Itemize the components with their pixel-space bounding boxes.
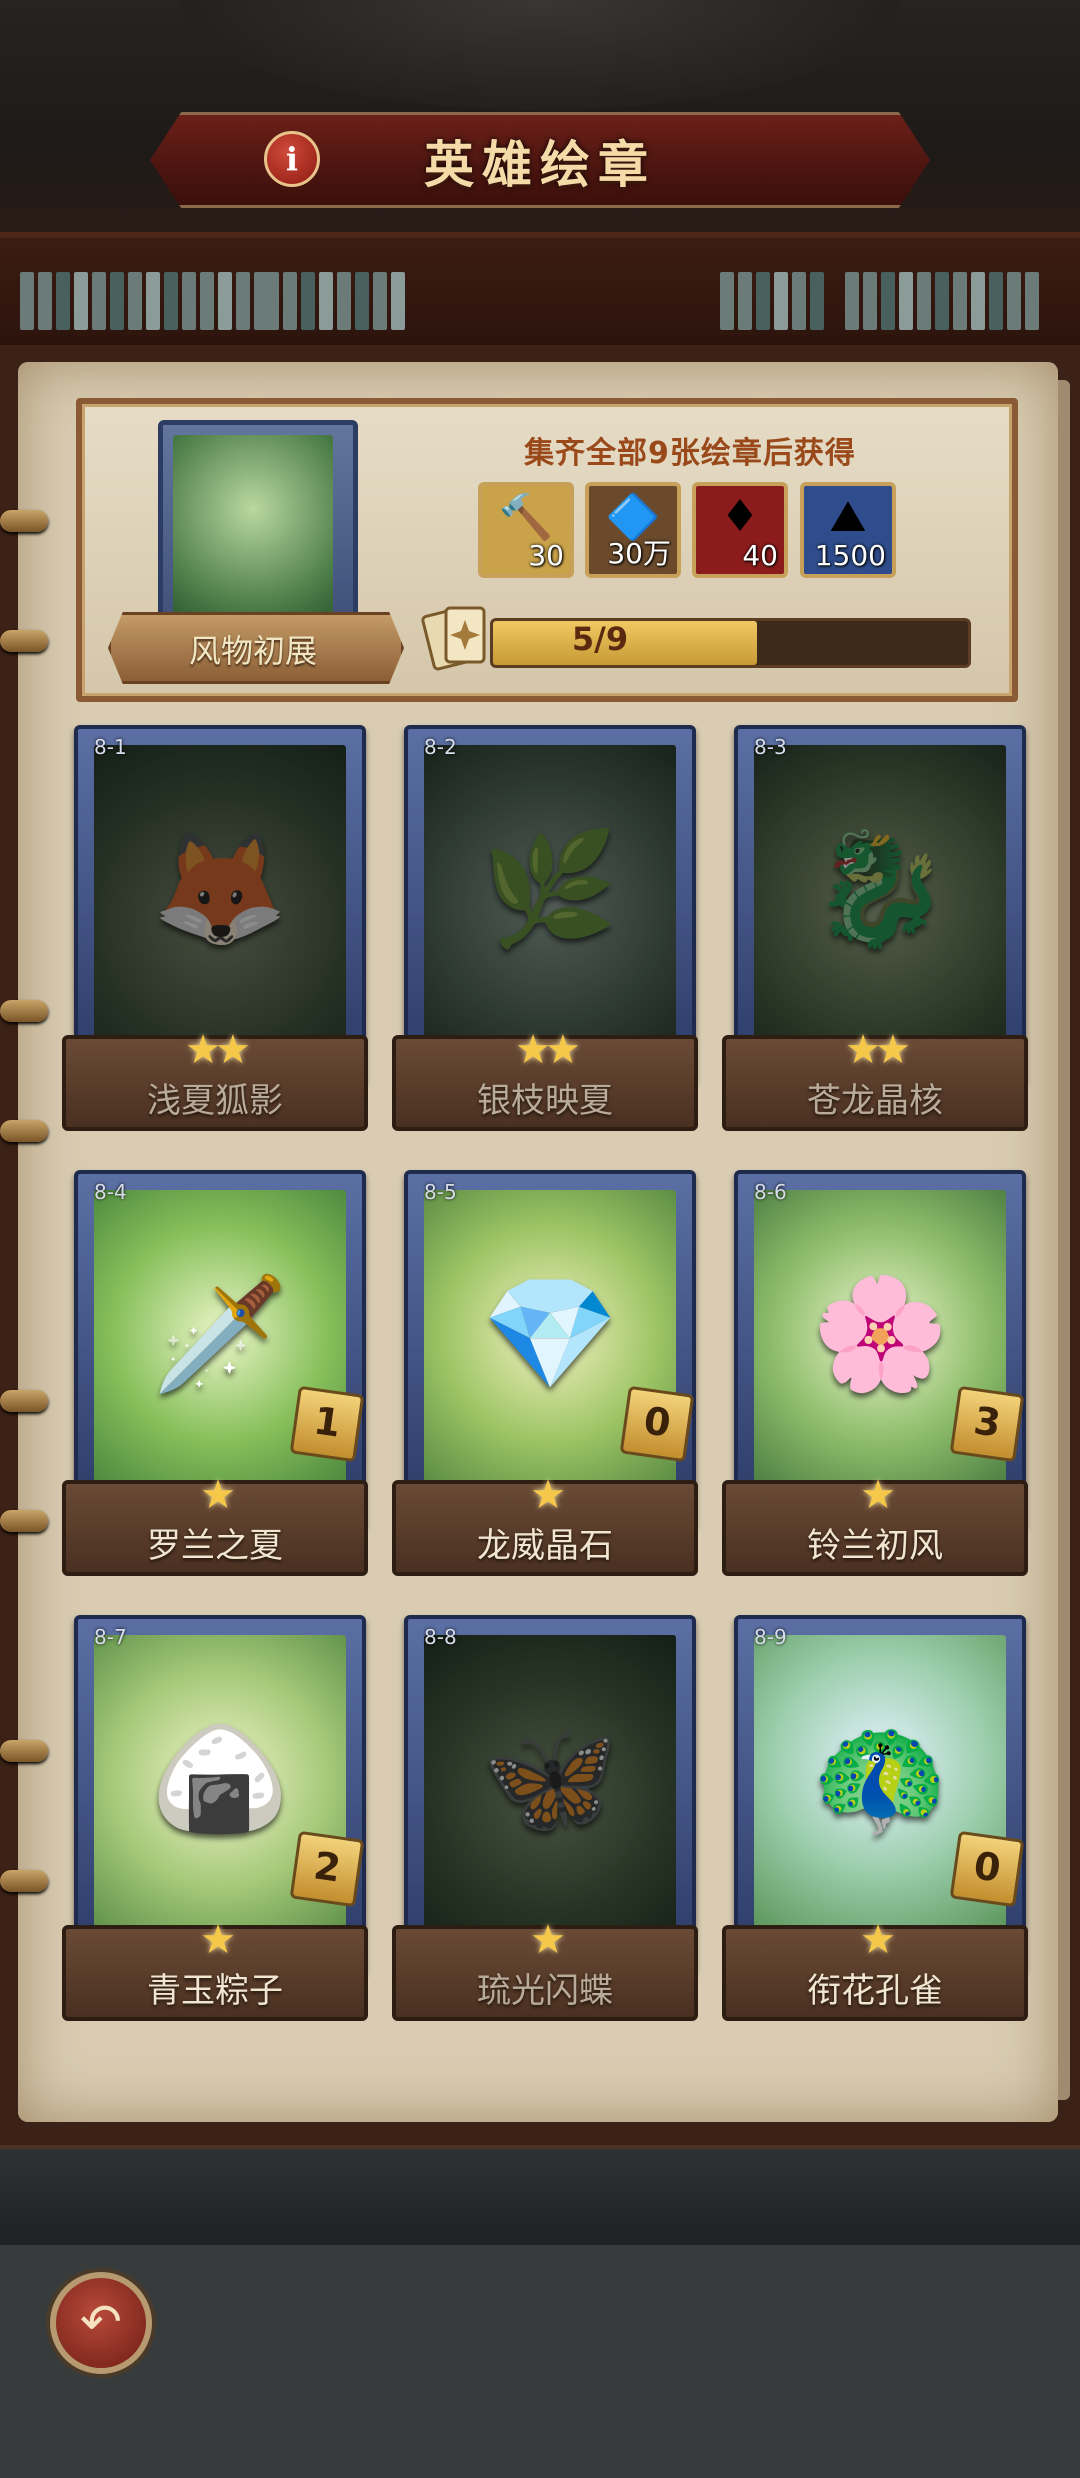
card-number: 8-2 (424, 735, 457, 759)
binder-ring (0, 1510, 48, 1532)
card-stars: ★★ (515, 1027, 581, 1073)
card-artwork: 🦋 (424, 1635, 676, 1955)
card-artwork: 🐉 (754, 745, 1006, 1065)
card-name: 龙威晶石 (477, 1526, 613, 1566)
album-card-8-7[interactable]: 🍙 8-7 ★ 青玉粽子 2 (62, 1615, 368, 2035)
reward-amount: 30万 (607, 537, 671, 570)
album-card-8-3[interactable]: 🐉 8-3 ★★ 苍龙晶核 (722, 725, 1028, 1145)
album-card-8-4[interactable]: 🗡️ 8-4 ★ 罗兰之夏 1 (62, 1170, 368, 1590)
album-card-8-9[interactable]: 🦚 8-9 ★ 衔花孔雀 0 (722, 1615, 1028, 2035)
reward-crystal[interactable]: 🔷 30万 (585, 482, 681, 578)
bottom-floor (0, 2145, 1080, 2249)
collect-reward-hint: 集齐全部9张绘章后获得 (524, 436, 856, 471)
binder-ring (0, 1120, 48, 1142)
card-stars: ★ (530, 1917, 566, 1963)
reward-hammer[interactable]: 🔨 30 (478, 482, 574, 578)
card-count-badge: 2 (289, 1830, 365, 1908)
card-number: 8-7 (94, 1625, 127, 1649)
card-stars: ★ (860, 1472, 896, 1518)
card-stars: ★ (530, 1472, 566, 1518)
card-name: 铃兰初风 (807, 1526, 943, 1566)
card-art-icon: 🍙 (151, 1714, 289, 1843)
album-card-8-1[interactable]: 🦊 8-1 ★★ 浅夏狐影 (62, 725, 368, 1145)
reward-ore[interactable]: ⛰ 1500 (800, 482, 896, 578)
card-name: 银枝映夏 (477, 1081, 613, 1121)
card-art-icon: 🦋 (481, 1714, 619, 1843)
album-card-8-2[interactable]: 🌿 8-2 ★★ 银枝映夏 (392, 725, 698, 1145)
card-art-icon: 🌸 (811, 1269, 949, 1398)
back-arrow-icon[interactable]: ↶ (50, 2272, 152, 2374)
card-number: 8-5 (424, 1180, 457, 1204)
card-stars: ★ (200, 1472, 236, 1518)
card-art-icon: 🌿 (481, 824, 619, 953)
fox-statue-icon (173, 435, 333, 620)
shelf-books (845, 272, 1039, 332)
card-name: 琉光闪蝶 (477, 1971, 613, 2011)
album-cover-card[interactable] (158, 420, 358, 640)
card-art-icon: 🐉 (811, 824, 949, 953)
card-art-icon: 🦊 (151, 824, 289, 953)
card-count-badge: 1 (289, 1385, 365, 1463)
card-artwork: 💎 (424, 1190, 676, 1510)
card-number: 8-4 (94, 1180, 127, 1204)
binder-ring (0, 630, 48, 652)
album-card-8-8[interactable]: 🦋 8-8 ★ 琉光闪蝶 (392, 1615, 698, 2035)
card-number: 8-1 (94, 735, 127, 759)
shelf-books (20, 272, 268, 332)
binder-ring (0, 1000, 48, 1022)
collection-progress-label: 5/9 (571, 620, 629, 658)
shelf-books (265, 272, 405, 332)
card-artwork: 🗡️ (94, 1190, 346, 1510)
page-title: 英雄绘章 (424, 136, 656, 194)
info-icon[interactable]: i (264, 131, 320, 187)
card-art-icon: 💎 (481, 1269, 619, 1398)
card-name: 青玉粽子 (147, 1971, 283, 2011)
card-name: 衔花孔雀 (807, 1971, 943, 2011)
bottom-bar (0, 2245, 1080, 2478)
card-artwork: 🦚 (754, 1635, 1006, 1955)
card-stars: ★ (200, 1917, 236, 1963)
card-artwork: 🍙 (94, 1635, 346, 1955)
card-artwork: 🌿 (424, 745, 676, 1065)
card-count-badge: 0 (619, 1385, 695, 1463)
shelf-books (720, 272, 824, 332)
card-number: 8-6 (754, 1180, 787, 1204)
card-art-icon: 🗡️ (151, 1269, 289, 1398)
album-card-8-5[interactable]: 💎 8-5 ★ 龙威晶石 0 (392, 1170, 698, 1590)
binder-ring (0, 510, 48, 532)
card-name: 苍龙晶核 (807, 1081, 943, 1121)
reward-amount: 30 (528, 539, 564, 572)
reward-amount: 40 (742, 539, 778, 572)
album-name: 风物初展 (188, 632, 317, 670)
card-artwork: 🦊 (94, 745, 346, 1065)
card-name: 罗兰之夏 (147, 1526, 283, 1566)
card-artwork: 🌸 (754, 1190, 1006, 1510)
reward-amount: 1500 (814, 539, 886, 572)
binder-ring (0, 1740, 48, 1762)
card-stack-icon (421, 606, 486, 671)
card-name: 浅夏狐影 (147, 1081, 283, 1121)
card-count-badge: 0 (949, 1830, 1025, 1908)
card-count-badge: 3 (949, 1385, 1025, 1463)
card-number: 8-3 (754, 735, 787, 759)
binder-ring (0, 1390, 48, 1412)
card-number: 8-8 (424, 1625, 457, 1649)
card-number: 8-9 (754, 1625, 787, 1649)
reward-red-gem[interactable]: ♦ 40 (692, 482, 788, 578)
card-stars: ★ (860, 1917, 896, 1963)
card-stars: ★★ (185, 1027, 251, 1073)
album-card-8-6[interactable]: 🌸 8-6 ★ 铃兰初风 3 (722, 1170, 1028, 1590)
card-stars: ★★ (845, 1027, 911, 1073)
binder-ring (0, 1870, 48, 1892)
card-art-icon: 🦚 (811, 1714, 949, 1843)
